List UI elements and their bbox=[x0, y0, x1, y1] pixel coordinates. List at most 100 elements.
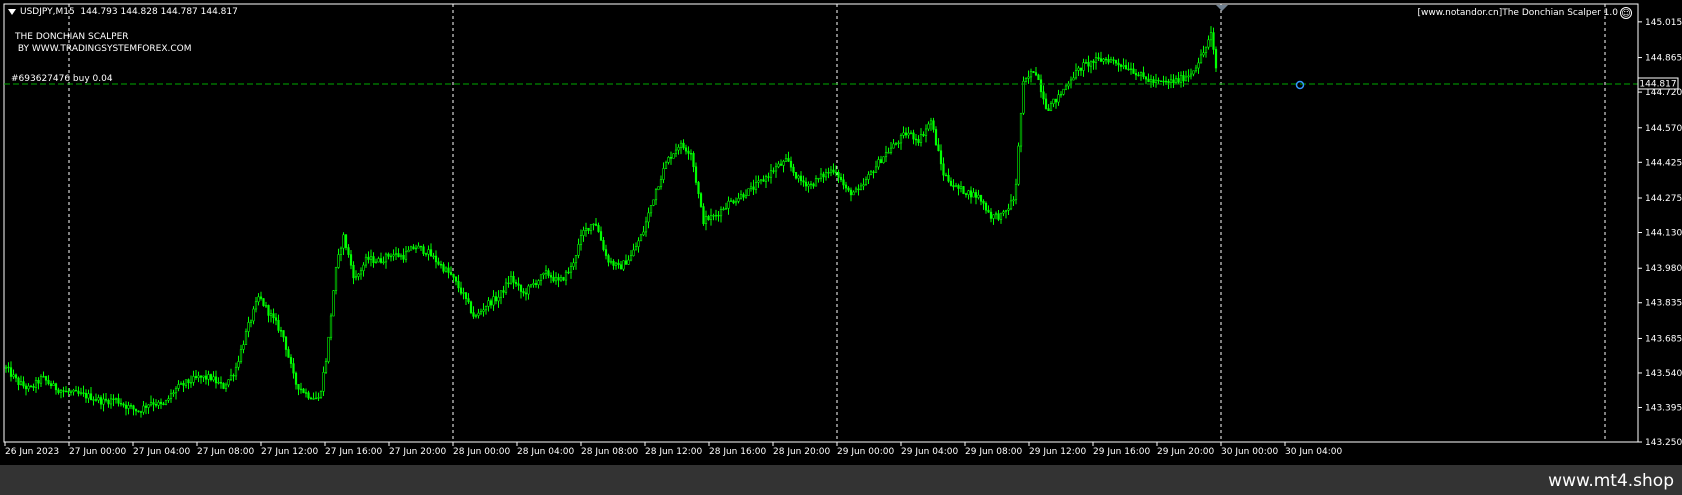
candle-body bbox=[1147, 78, 1150, 83]
candle-body bbox=[392, 254, 395, 257]
candle-body bbox=[519, 285, 523, 292]
candle-body bbox=[574, 255, 578, 264]
candle-body bbox=[834, 171, 838, 174]
candle-body bbox=[687, 150, 690, 154]
candle-body bbox=[192, 376, 195, 383]
candle-body bbox=[802, 180, 805, 183]
candle-body bbox=[419, 245, 423, 248]
candle-body bbox=[439, 264, 443, 266]
candle-body bbox=[734, 201, 738, 204]
time-axis[interactable]: 26 Jun 2023 27 Jun 00:00 27 Jun 04:00 27 Ju… bbox=[4, 442, 1342, 457]
candle-body bbox=[1069, 79, 1073, 85]
candle-body bbox=[979, 194, 983, 202]
price-chart[interactable]: 145.015 144.865 144.720 144.570 144.425 144.2… bbox=[0, 0, 1682, 465]
candle-body bbox=[602, 240, 605, 250]
candle-body bbox=[319, 391, 323, 398]
candle-body bbox=[562, 277, 565, 281]
candle-body bbox=[657, 186, 660, 190]
candle-body bbox=[49, 383, 53, 387]
candle-body bbox=[1149, 79, 1153, 83]
time-label: 29 Jun 12:00 bbox=[1029, 447, 1086, 457]
candle-body bbox=[619, 264, 623, 270]
candle-body bbox=[274, 317, 278, 321]
candle-body bbox=[409, 246, 413, 251]
time-label: 29 Jun 04:00 bbox=[901, 447, 958, 457]
candle-body bbox=[469, 301, 473, 313]
candle-body bbox=[1137, 74, 1140, 77]
candle-body bbox=[722, 208, 725, 211]
candle-body bbox=[632, 249, 635, 257]
candle-body bbox=[667, 157, 670, 163]
candle-body bbox=[69, 391, 73, 393]
candle-body bbox=[187, 379, 190, 384]
candle-body bbox=[902, 132, 905, 136]
candle-body bbox=[567, 271, 570, 274]
candle-body bbox=[534, 283, 538, 285]
candle-body bbox=[157, 401, 160, 406]
candle-body bbox=[554, 277, 558, 282]
candle-body bbox=[114, 398, 118, 400]
candle-body bbox=[1042, 91, 1045, 100]
candle-body bbox=[884, 152, 888, 158]
candle-body bbox=[302, 388, 305, 393]
candle-body bbox=[297, 384, 300, 390]
symbol-menu-icon[interactable] bbox=[8, 9, 16, 15]
candle-body bbox=[129, 405, 133, 407]
candle-body bbox=[634, 246, 638, 251]
candle-body bbox=[559, 277, 563, 281]
candle-body bbox=[922, 134, 925, 136]
candle-body bbox=[164, 399, 168, 405]
candle-body bbox=[1027, 76, 1030, 79]
candle-body bbox=[777, 163, 780, 168]
candle-body bbox=[309, 397, 313, 400]
candle-body bbox=[1162, 80, 1165, 83]
price-level-label: 143.835 bbox=[1645, 299, 1682, 309]
candle-body bbox=[904, 132, 908, 136]
candle-body bbox=[987, 209, 990, 213]
candle-body bbox=[482, 309, 485, 312]
candle-body bbox=[399, 254, 403, 258]
candle-body bbox=[1102, 58, 1105, 62]
candle-body bbox=[452, 274, 455, 278]
candle-body bbox=[672, 153, 675, 159]
candle-body bbox=[564, 271, 568, 281]
candle-body bbox=[34, 380, 38, 388]
candle-body bbox=[427, 249, 430, 255]
candle-body bbox=[934, 129, 938, 146]
candle-body bbox=[177, 384, 180, 389]
candle-body bbox=[522, 291, 525, 294]
candle-body bbox=[467, 298, 470, 303]
candle-body bbox=[1134, 73, 1138, 76]
chart-window[interactable]: 145.015 144.865 144.720 144.570 144.425 144.2… bbox=[0, 0, 1682, 465]
candle-body bbox=[782, 161, 785, 166]
candle-body bbox=[237, 361, 240, 368]
candle-body bbox=[59, 390, 63, 393]
candle-body bbox=[207, 374, 210, 380]
candle-body bbox=[659, 179, 663, 187]
candle-body bbox=[1187, 75, 1190, 78]
candle-body bbox=[172, 392, 175, 395]
candle-body bbox=[1202, 52, 1205, 56]
candle-body bbox=[1007, 208, 1010, 211]
candle-body bbox=[204, 375, 208, 380]
candle-body bbox=[29, 385, 33, 388]
candle-body bbox=[897, 142, 900, 145]
candle-body bbox=[247, 322, 250, 332]
candle-body bbox=[977, 194, 980, 198]
candle-body bbox=[854, 188, 858, 193]
candle-body bbox=[1169, 79, 1173, 83]
candle-body bbox=[749, 186, 753, 189]
candle-body bbox=[337, 254, 340, 268]
candle-body bbox=[967, 190, 970, 195]
candle-body bbox=[1129, 68, 1133, 70]
candle-body bbox=[747, 188, 750, 196]
candle-body bbox=[102, 398, 105, 405]
time-label: 27 Jun 16:00 bbox=[325, 447, 382, 457]
candle-body bbox=[954, 185, 958, 188]
time-label: 27 Jun 00:00 bbox=[69, 447, 126, 457]
candle-body bbox=[377, 258, 380, 263]
candle-body bbox=[532, 283, 535, 285]
smiley-icon[interactable]: ☺ bbox=[1620, 7, 1632, 19]
candle-body bbox=[889, 147, 893, 153]
candle-body bbox=[422, 246, 425, 254]
